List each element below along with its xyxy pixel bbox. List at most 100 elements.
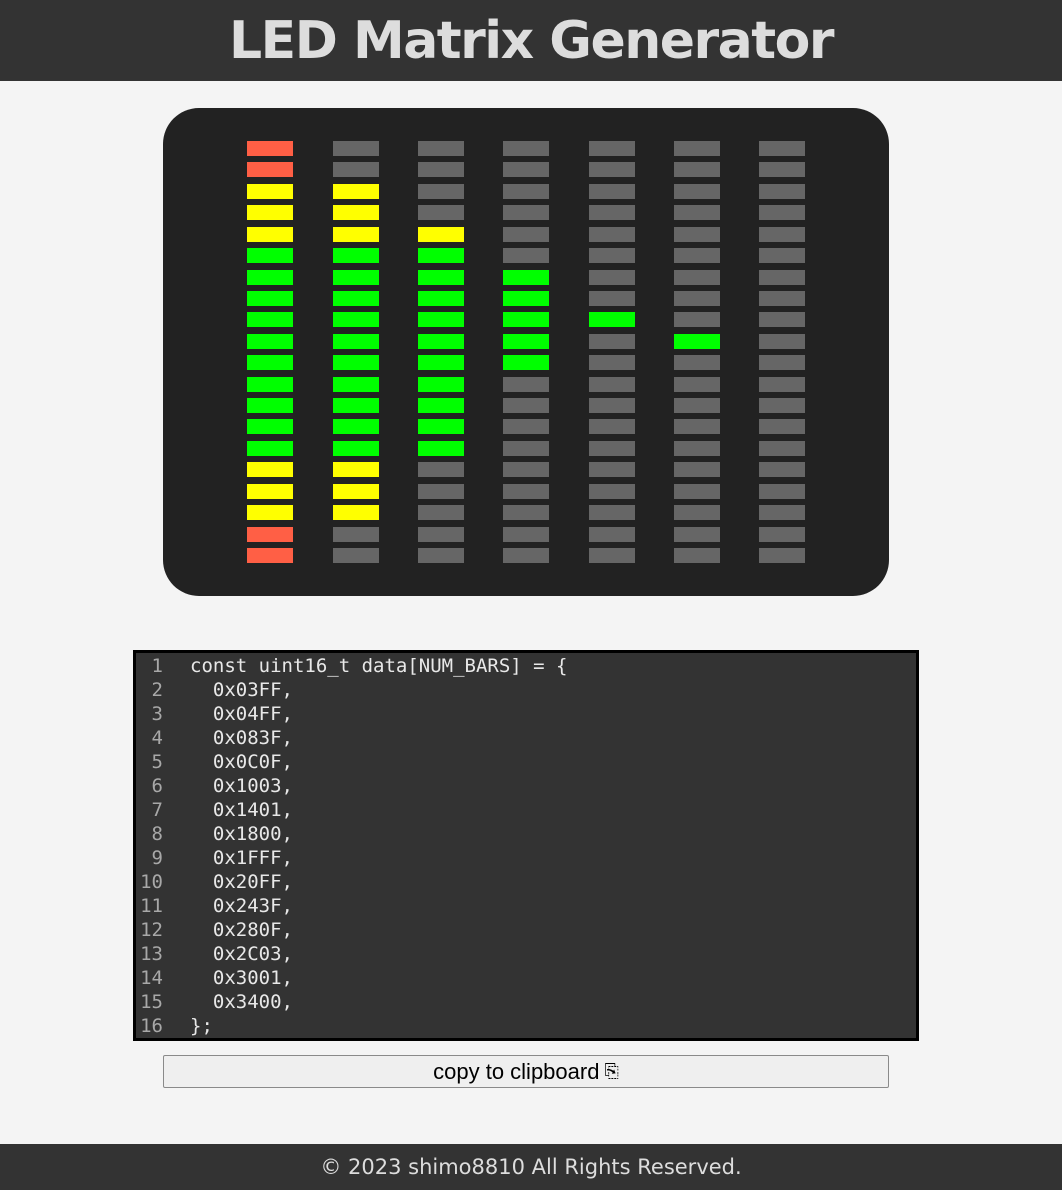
led-cell[interactable]	[674, 505, 720, 520]
led-cell[interactable]	[333, 419, 379, 434]
led-cell[interactable]	[418, 355, 464, 370]
led-cell[interactable]	[333, 205, 379, 220]
led-cell[interactable]	[503, 527, 549, 542]
led-cell[interactable]	[333, 505, 379, 520]
led-cell[interactable]	[418, 248, 464, 263]
led-cell[interactable]	[503, 334, 549, 349]
led-cell[interactable]	[674, 227, 720, 242]
led-cell[interactable]	[418, 205, 464, 220]
led-cell[interactable]	[759, 270, 805, 285]
led-cell[interactable]	[589, 227, 635, 242]
led-cell[interactable]	[674, 548, 720, 563]
led-cell[interactable]	[247, 527, 293, 542]
led-cell[interactable]	[333, 162, 379, 177]
led-cell[interactable]	[589, 334, 635, 349]
led-cell[interactable]	[674, 184, 720, 199]
led-cell[interactable]	[589, 462, 635, 477]
led-cell[interactable]	[333, 334, 379, 349]
led-cell[interactable]	[503, 184, 549, 199]
led-cell[interactable]	[503, 270, 549, 285]
led-cell[interactable]	[759, 334, 805, 349]
led-cell[interactable]	[759, 184, 805, 199]
led-cell[interactable]	[333, 548, 379, 563]
led-cell[interactable]	[759, 162, 805, 177]
led-cell[interactable]	[503, 227, 549, 242]
led-cell[interactable]	[503, 548, 549, 563]
led-cell[interactable]	[759, 505, 805, 520]
led-cell[interactable]	[674, 462, 720, 477]
led-cell[interactable]	[759, 227, 805, 242]
led-cell[interactable]	[674, 270, 720, 285]
led-cell[interactable]	[589, 441, 635, 456]
led-cell[interactable]	[674, 248, 720, 263]
led-cell[interactable]	[674, 355, 720, 370]
led-cell[interactable]	[247, 377, 293, 392]
led-cell[interactable]	[247, 227, 293, 242]
led-cell[interactable]	[333, 141, 379, 156]
led-cell[interactable]	[418, 184, 464, 199]
led-cell[interactable]	[674, 291, 720, 306]
led-cell[interactable]	[418, 312, 464, 327]
copy-to-clipboard-button[interactable]: copy to clipboard ⎘	[163, 1055, 889, 1088]
led-cell[interactable]	[418, 377, 464, 392]
led-cell[interactable]	[589, 291, 635, 306]
led-cell[interactable]	[759, 312, 805, 327]
led-cell[interactable]	[674, 334, 720, 349]
led-cell[interactable]	[247, 291, 293, 306]
led-cell[interactable]	[247, 205, 293, 220]
led-cell[interactable]	[674, 484, 720, 499]
led-cell[interactable]	[503, 441, 549, 456]
led-cell[interactable]	[759, 462, 805, 477]
led-cell[interactable]	[247, 441, 293, 456]
led-cell[interactable]	[503, 312, 549, 327]
led-cell[interactable]	[589, 312, 635, 327]
led-cell[interactable]	[503, 419, 549, 434]
led-cell[interactable]	[333, 248, 379, 263]
led-cell[interactable]	[247, 419, 293, 434]
led-cell[interactable]	[589, 484, 635, 499]
led-cell[interactable]	[589, 248, 635, 263]
led-cell[interactable]	[247, 462, 293, 477]
led-cell[interactable]	[247, 355, 293, 370]
led-cell[interactable]	[333, 484, 379, 499]
led-cell[interactable]	[589, 184, 635, 199]
led-cell[interactable]	[759, 419, 805, 434]
led-cell[interactable]	[759, 355, 805, 370]
led-cell[interactable]	[418, 548, 464, 563]
led-cell[interactable]	[759, 398, 805, 413]
led-cell[interactable]	[503, 291, 549, 306]
led-cell[interactable]	[589, 398, 635, 413]
led-cell[interactable]	[418, 270, 464, 285]
led-cell[interactable]	[247, 248, 293, 263]
led-cell[interactable]	[759, 484, 805, 499]
led-cell[interactable]	[674, 377, 720, 392]
led-cell[interactable]	[333, 312, 379, 327]
led-cell[interactable]	[333, 377, 379, 392]
led-cell[interactable]	[503, 462, 549, 477]
led-cell[interactable]	[247, 270, 293, 285]
led-cell[interactable]	[759, 441, 805, 456]
led-cell[interactable]	[589, 548, 635, 563]
code-output[interactable]: 1 const uint16_t data[NUM_BARS] = {2 0x03…	[133, 650, 919, 1041]
led-cell[interactable]	[674, 419, 720, 434]
led-cell[interactable]	[418, 291, 464, 306]
led-cell[interactable]	[247, 505, 293, 520]
led-cell[interactable]	[247, 484, 293, 499]
led-cell[interactable]	[674, 527, 720, 542]
led-cell[interactable]	[247, 398, 293, 413]
led-cell[interactable]	[333, 527, 379, 542]
led-cell[interactable]	[589, 419, 635, 434]
led-cell[interactable]	[674, 141, 720, 156]
led-cell[interactable]	[589, 377, 635, 392]
led-cell[interactable]	[589, 205, 635, 220]
led-cell[interactable]	[333, 398, 379, 413]
led-cell[interactable]	[759, 248, 805, 263]
led-cell[interactable]	[503, 162, 549, 177]
led-cell[interactable]	[247, 162, 293, 177]
led-cell[interactable]	[418, 419, 464, 434]
led-cell[interactable]	[333, 291, 379, 306]
led-cell[interactable]	[247, 184, 293, 199]
led-cell[interactable]	[589, 355, 635, 370]
led-cell[interactable]	[759, 141, 805, 156]
led-cell[interactable]	[674, 162, 720, 177]
